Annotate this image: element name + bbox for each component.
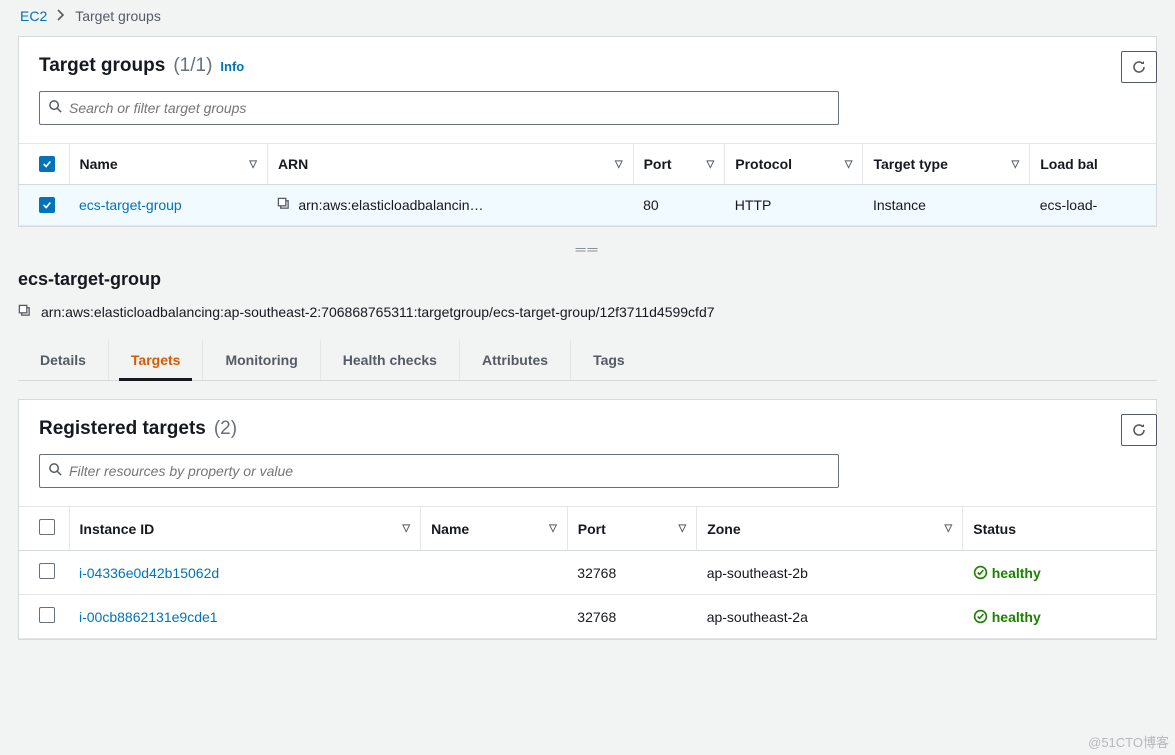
- col-status[interactable]: Status: [963, 507, 1156, 551]
- col-arn[interactable]: ARN▽: [267, 144, 633, 185]
- tg-lb: ecs-load-: [1030, 185, 1156, 226]
- status-badge: healthy: [973, 609, 1146, 625]
- refresh-icon: [1131, 59, 1147, 75]
- row-checkbox[interactable]: [39, 607, 55, 623]
- breadcrumb-current: Target groups: [75, 8, 161, 24]
- rt-zone: ap-southeast-2a: [697, 595, 963, 639]
- tg-port: 80: [633, 185, 725, 226]
- col-instance-id[interactable]: Instance ID▽: [69, 507, 421, 551]
- tg-arn: arn:aws:elasticloadbalancin…: [298, 197, 483, 213]
- select-all-checkbox[interactable]: [39, 156, 55, 172]
- search-icon: [48, 462, 63, 480]
- breadcrumb-root[interactable]: EC2: [20, 8, 47, 24]
- resize-handle[interactable]: ══: [0, 241, 1175, 257]
- col-rt-port[interactable]: Port▽: [567, 507, 696, 551]
- rt-port: 32768: [567, 551, 696, 595]
- sort-icon: ▽: [1012, 159, 1020, 170]
- tab-targets[interactable]: Targets: [109, 340, 204, 380]
- col-protocol[interactable]: Protocol▽: [725, 144, 863, 185]
- col-target-type[interactable]: Target type▽: [863, 144, 1030, 185]
- check-circle-icon: [973, 565, 988, 580]
- status-badge: healthy: [973, 565, 1146, 581]
- table-row[interactable]: ecs-target-group arn:aws:elasticloadbala…: [19, 185, 1156, 226]
- detail-tabs: Details Targets Monitoring Health checks…: [18, 340, 1157, 381]
- sort-icon: ▽: [945, 523, 953, 534]
- rt-zone: ap-southeast-2b: [697, 551, 963, 595]
- col-lb[interactable]: Load bal: [1030, 144, 1156, 185]
- rt-title: Registered targets: [39, 418, 206, 440]
- table-row[interactable]: i-00cb8862131e9cde1 32768 ap-southeast-2…: [19, 595, 1156, 639]
- tg-target-type: Instance: [863, 185, 1030, 226]
- tg-name-link[interactable]: ecs-target-group: [69, 185, 267, 226]
- sort-icon: ▽: [678, 523, 686, 534]
- search-icon: [48, 99, 63, 117]
- instance-id-link[interactable]: i-00cb8862131e9cde1: [69, 595, 421, 639]
- sort-icon: ▽: [549, 523, 557, 534]
- refresh-icon: [1131, 422, 1147, 438]
- sort-icon: ▽: [615, 159, 623, 170]
- refresh-button[interactable]: [1121, 414, 1157, 446]
- instance-id-link[interactable]: i-04336e0d42b15062d: [69, 551, 421, 595]
- rt-count: (2): [214, 418, 237, 440]
- row-checkbox[interactable]: [39, 197, 55, 213]
- sort-icon: ▽: [845, 159, 853, 170]
- col-port[interactable]: Port▽: [633, 144, 725, 185]
- watermark: @51CTO博客: [1088, 732, 1169, 751]
- col-rt-name[interactable]: Name▽: [421, 507, 568, 551]
- tab-monitoring[interactable]: Monitoring: [203, 340, 320, 380]
- panel-title: Target groups: [39, 55, 165, 77]
- target-groups-panel: Target groups (1/1) Info Name▽ ARN▽ Port…: [18, 36, 1157, 227]
- rt-search-input[interactable]: [69, 463, 830, 479]
- sort-icon: ▽: [707, 159, 715, 170]
- registered-targets-table: Instance ID▽ Name▽ Port▽ Zone▽ Status i-…: [19, 506, 1156, 639]
- refresh-button[interactable]: [1121, 51, 1157, 83]
- detail-arn: arn:aws:elasticloadbalancing:ap-southeas…: [41, 304, 715, 320]
- tab-health-checks[interactable]: Health checks: [321, 340, 460, 380]
- rt-select-all-checkbox[interactable]: [39, 519, 55, 535]
- tab-tags[interactable]: Tags: [571, 340, 647, 380]
- search-target-groups[interactable]: [39, 91, 839, 125]
- copy-icon[interactable]: [277, 197, 294, 213]
- rt-port: 32768: [567, 595, 696, 639]
- tab-attributes[interactable]: Attributes: [460, 340, 571, 380]
- sort-icon: ▽: [249, 159, 257, 170]
- rt-name: [421, 551, 568, 595]
- chevron-right-icon: [57, 8, 65, 24]
- check-circle-icon: [973, 609, 988, 624]
- detail-header: ecs-target-group arn:aws:elasticloadbala…: [0, 269, 1175, 320]
- sort-icon: ▽: [402, 523, 410, 534]
- col-zone[interactable]: Zone▽: [697, 507, 963, 551]
- registered-targets-panel: Registered targets (2) Instance ID▽ Name…: [18, 399, 1157, 640]
- search-registered-targets[interactable]: [39, 454, 839, 488]
- detail-title: ecs-target-group: [18, 269, 1157, 290]
- tab-details[interactable]: Details: [18, 340, 109, 380]
- table-row[interactable]: i-04336e0d42b15062d 32768 ap-southeast-2…: [19, 551, 1156, 595]
- copy-icon[interactable]: [18, 304, 31, 320]
- info-link[interactable]: Info: [220, 59, 244, 74]
- panel-count: (1/1): [173, 55, 212, 77]
- target-groups-table: Name▽ ARN▽ Port▽ Protocol▽ Target type▽ …: [19, 143, 1156, 226]
- rt-name: [421, 595, 568, 639]
- tg-protocol: HTTP: [725, 185, 863, 226]
- breadcrumb: EC2 Target groups: [0, 0, 1175, 36]
- col-name[interactable]: Name▽: [69, 144, 267, 185]
- search-input[interactable]: [69, 100, 830, 116]
- row-checkbox[interactable]: [39, 563, 55, 579]
